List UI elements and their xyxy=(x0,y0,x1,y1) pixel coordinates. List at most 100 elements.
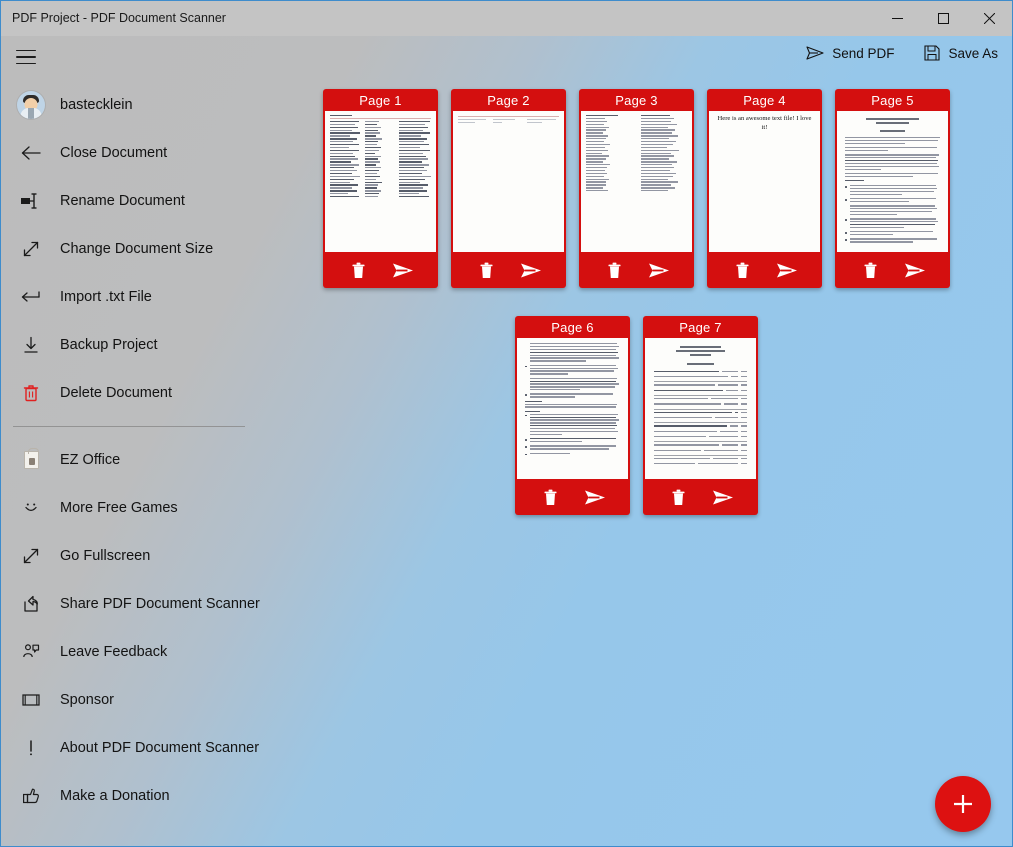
menu-toggle-button[interactable] xyxy=(13,45,39,69)
page-title: Page 4 xyxy=(743,92,786,108)
sidebar-item-delete-document[interactable]: Delete Document xyxy=(1,369,261,417)
add-page-button[interactable] xyxy=(935,776,991,832)
resize-diagonal-icon xyxy=(13,235,49,263)
hamburger-icon-bar xyxy=(16,56,36,58)
delete-page-button[interactable] xyxy=(347,258,371,282)
send-page-button[interactable] xyxy=(519,258,543,282)
page-card[interactable]: Page 1 xyxy=(323,89,438,288)
send-page-button[interactable] xyxy=(711,485,735,509)
maximize-button[interactable] xyxy=(920,1,966,36)
sidebar-divider xyxy=(13,426,245,427)
send-icon xyxy=(520,263,541,277)
sidebar-item-label: Go Fullscreen xyxy=(60,548,151,564)
sidebar-item-close-document[interactable]: Close Document xyxy=(1,129,261,177)
sidebar-item-label: Delete Document xyxy=(60,385,173,401)
send-icon xyxy=(392,263,413,277)
pages-canvas: Page 1 Page 2 Page 3 Page 4 Here is an a… xyxy=(301,81,1012,846)
page-thumbnail xyxy=(517,338,628,479)
send-page-button[interactable] xyxy=(583,485,607,509)
page-actions xyxy=(707,252,822,288)
sidebar-item-ez-office[interactable]: EZ Office xyxy=(1,436,261,484)
sidebar-item-leave-feedback[interactable]: Leave Feedback xyxy=(1,628,261,676)
delete-page-button[interactable] xyxy=(539,485,563,509)
sidebar-item-change-document-size[interactable]: Change Document Size xyxy=(1,225,261,273)
page-title: Page 7 xyxy=(679,319,722,335)
send-page-button[interactable] xyxy=(647,258,671,282)
sidebar-item-label: Leave Feedback xyxy=(60,644,168,660)
sidebar-item-go-fullscreen[interactable]: Go Fullscreen xyxy=(1,532,261,580)
trash-icon xyxy=(352,262,365,278)
delete-page-button[interactable] xyxy=(475,258,499,282)
page-card[interactable]: Page 3 xyxy=(579,89,694,288)
close-button[interactable] xyxy=(966,1,1012,36)
trash-icon xyxy=(672,489,685,505)
trash-icon xyxy=(13,379,49,407)
page-thumbnail xyxy=(837,111,948,252)
exclamation-icon xyxy=(13,734,49,762)
sidebar-item-sponsor[interactable]: Sponsor xyxy=(1,676,261,724)
sidebar-item-share-app[interactable]: Share PDF Document Scanner xyxy=(1,580,261,628)
pages-grid: Page 1 Page 2 Page 3 Page 4 Here is an a… xyxy=(323,81,1012,515)
minimize-icon xyxy=(891,18,903,19)
page-title: Page 3 xyxy=(615,92,658,108)
send-icon xyxy=(806,46,824,60)
trash-icon xyxy=(544,489,557,505)
page-thumbnail xyxy=(325,111,436,252)
delete-page-button[interactable] xyxy=(667,485,691,509)
delete-page-button[interactable] xyxy=(859,258,883,282)
send-page-button[interactable] xyxy=(775,258,799,282)
send-icon xyxy=(584,490,605,504)
page-text-content: Here is an awesome text file! I love it! xyxy=(717,115,812,131)
smiley-icon xyxy=(13,494,49,522)
send-icon xyxy=(648,263,669,277)
sidebar-item-label: Make a Donation xyxy=(60,788,170,804)
trash-icon xyxy=(736,262,749,278)
delete-page-button[interactable] xyxy=(731,258,755,282)
send-pdf-button[interactable]: Send PDF xyxy=(802,43,898,64)
sidebar-item-about-app[interactable]: About PDF Document Scanner xyxy=(1,724,261,772)
save-as-button[interactable]: Save As xyxy=(920,42,1002,64)
send-pdf-label: Send PDF xyxy=(832,45,895,61)
fullscreen-icon xyxy=(13,542,49,570)
sidebar-item-label: Change Document Size xyxy=(60,241,214,257)
sidebar-item-label: Share PDF Document Scanner xyxy=(60,596,260,612)
page-thumbnail xyxy=(453,111,564,252)
send-icon xyxy=(712,490,733,504)
sidebar-item-label: Sponsor xyxy=(60,692,115,708)
download-icon xyxy=(13,331,49,359)
save-as-label: Save As xyxy=(948,45,998,61)
title-bar: PDF Project - PDF Document Scanner xyxy=(1,1,1012,36)
close-icon xyxy=(983,13,995,24)
send-page-button[interactable] xyxy=(903,258,927,282)
shopping-bag-icon xyxy=(13,446,49,474)
sidebar-item-more-free-games[interactable]: More Free Games xyxy=(1,484,261,532)
minimize-button[interactable] xyxy=(874,1,920,36)
sponsor-card-icon xyxy=(13,686,49,714)
page-card[interactable]: Page 5 xyxy=(835,89,950,288)
delete-page-button[interactable] xyxy=(603,258,627,282)
sidebar-item-backup-project[interactable]: Backup Project xyxy=(1,321,261,369)
page-card[interactable]: Page 4 Here is an awesome text file! I l… xyxy=(707,89,822,288)
page-card[interactable]: Page 2 xyxy=(451,89,566,288)
window-title: PDF Project - PDF Document Scanner xyxy=(12,11,226,25)
sidebar-item-label: Import .txt File xyxy=(60,289,152,305)
sidebar-item-rename-document[interactable]: Rename Document xyxy=(1,177,261,225)
trash-icon xyxy=(480,262,493,278)
sidebar-item-account[interactable]: bastecklein xyxy=(1,81,261,129)
floppy-disk-icon xyxy=(924,45,941,61)
command-bar: Send PDF Save As xyxy=(802,42,1002,64)
sidebar-item-label: EZ Office xyxy=(60,452,121,468)
thumbs-up-icon xyxy=(13,782,49,810)
page-thumbnail: Here is an awesome text file! I love it! xyxy=(709,111,820,252)
page-card[interactable]: Page 6 xyxy=(515,316,630,515)
send-page-button[interactable] xyxy=(391,258,415,282)
sidebar-item-make-a-donation[interactable]: Make a Donation xyxy=(1,772,261,820)
feedback-person-icon xyxy=(13,638,49,666)
send-icon xyxy=(776,263,797,277)
maximize-icon xyxy=(937,13,949,24)
hamburger-icon-bar xyxy=(16,62,36,65)
sidebar-item-import-txt-file[interactable]: Import .txt File xyxy=(1,273,261,321)
sidebar: bastecklein Close Document Rename Docume… xyxy=(1,81,261,846)
page-card[interactable]: Page 7 xyxy=(643,316,758,515)
grid-spacer xyxy=(323,316,502,515)
